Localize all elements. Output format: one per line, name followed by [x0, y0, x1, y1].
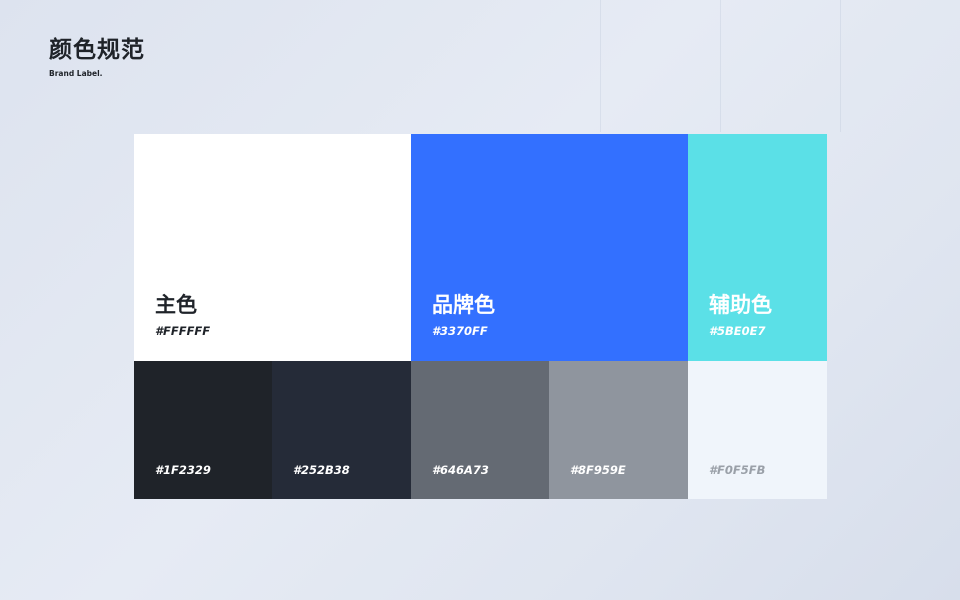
- swatch-code: #F0F5FB: [709, 463, 766, 477]
- color-palette: 主色 #FFFFFF 品牌色 #3370FF 辅助色 #5BE0E7 #1F23…: [134, 134, 827, 499]
- grid-line: [840, 0, 841, 132]
- swatch-neutral-4: #8F959E: [549, 361, 688, 499]
- swatch-primary: 主色 #FFFFFF: [134, 134, 411, 361]
- swatch-name: 品牌色: [432, 293, 495, 317]
- swatch-code: #8F959E: [570, 463, 626, 477]
- swatch-code: #1F2329: [155, 463, 211, 477]
- swatch-name: 主色: [155, 293, 197, 317]
- page-header: 颜色规范 Brand Label.: [49, 36, 145, 79]
- swatch-brand: 品牌色 #3370FF: [411, 134, 688, 361]
- grid-line: [720, 0, 721, 132]
- swatch-neutral-2: #252B38: [272, 361, 411, 499]
- swatch-code: #252B38: [293, 463, 350, 477]
- swatch-neutral-3: #646A73: [411, 361, 549, 499]
- swatch-accent: 辅助色 #5BE0E7: [688, 134, 827, 361]
- swatch-code: #5BE0E7: [709, 324, 766, 338]
- swatch-neutral-5: #F0F5FB: [688, 361, 827, 499]
- grid-line: [600, 0, 601, 132]
- swatch-code: #646A73: [432, 463, 489, 477]
- swatch-neutral-1: #1F2329: [134, 361, 272, 499]
- page-title: 颜色规范: [49, 37, 145, 63]
- swatch-code: #3370FF: [432, 324, 488, 338]
- swatch-code: #FFFFFF: [155, 324, 211, 338]
- page-subtitle: Brand Label.: [49, 69, 103, 78]
- swatch-name: 辅助色: [709, 293, 772, 317]
